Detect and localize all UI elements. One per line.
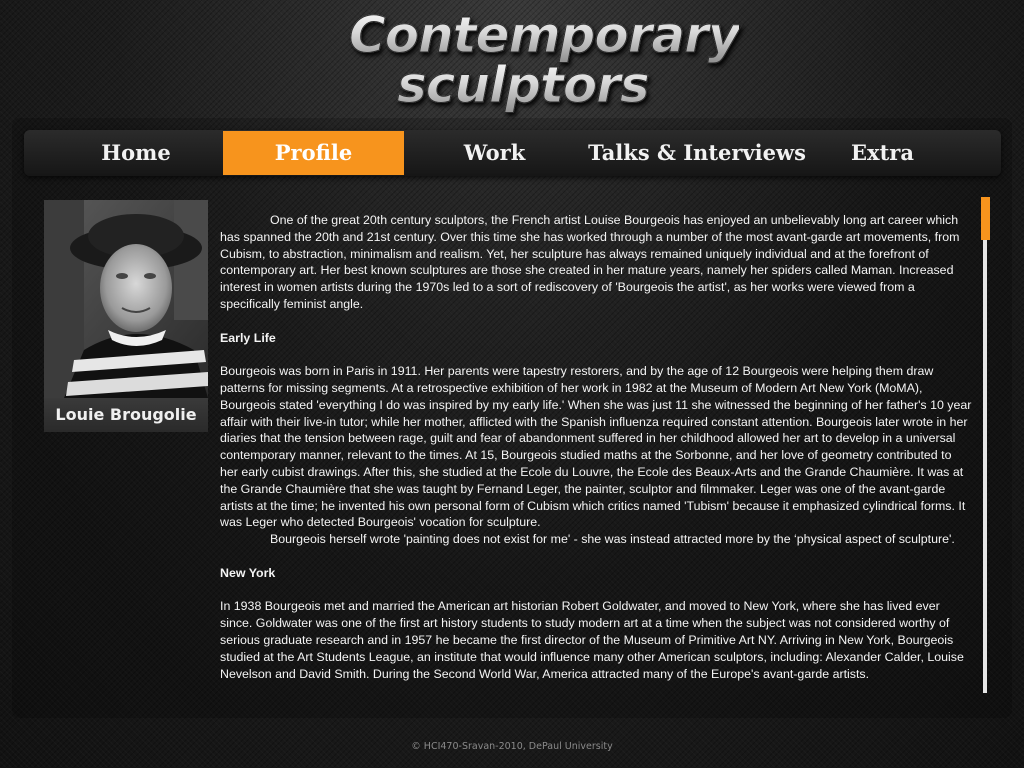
nav-talks-interviews[interactable]: Talks & Interviews [585,131,809,175]
footer-copyright: © HCI470-Sravan-2010, DePaul University [411,741,613,752]
nav-work[interactable]: Work [404,131,585,175]
site-logo[interactable]: Contemporary sculptors [345,6,740,124]
early-life-paragraph-1: Bourgeois was born in Paris in 1911. Her… [220,364,972,530]
early-life-paragraph-2: Bourgeois herself wrote 'painting does n… [270,532,955,547]
scrollbar-thumb[interactable] [981,197,990,240]
intro-paragraph: One of the great 20th century sculptors,… [220,213,960,311]
new-york-heading: New York [220,565,276,580]
new-york-paragraph-1: In 1938 Bourgeois met and married the Am… [220,599,964,681]
logo-line-2: sculptors [397,56,651,115]
nav-extra[interactable]: Extra [809,131,956,175]
main-nav: Home Profile Work Talks & Interviews Ext… [24,130,1001,176]
early-life-heading: Early Life [220,330,276,345]
profile-caption: Louie Brougolie [44,398,208,432]
article-body[interactable]: One of the great 20th century sculptors,… [220,212,972,693]
portrait-image [44,200,208,398]
nav-profile[interactable]: Profile [223,131,404,175]
nav-home[interactable]: Home [36,131,236,175]
profile-photo: Louie Brougolie [44,200,208,432]
scrollbar-track[interactable] [983,197,987,693]
